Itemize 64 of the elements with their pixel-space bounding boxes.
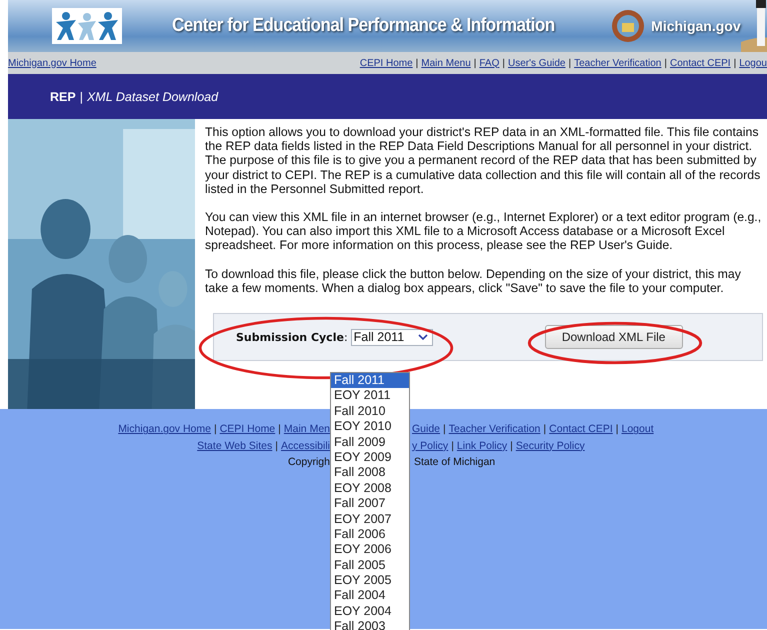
separator: | xyxy=(474,58,476,68)
dropdown-option[interactable]: Fall 2008 xyxy=(331,465,409,481)
separator: | xyxy=(510,440,513,452)
footer-link[interactable]: Teacher Verification xyxy=(448,423,540,436)
separator: | xyxy=(616,423,618,436)
dropdown-option[interactable]: Fall 2011 xyxy=(331,373,409,388)
separator: | xyxy=(416,58,418,68)
separator: | xyxy=(734,58,736,68)
nav-link[interactable]: CEPI Home xyxy=(360,58,413,68)
separator: | xyxy=(502,58,505,68)
separator: | xyxy=(443,423,446,436)
separator: | xyxy=(568,58,572,68)
footer-link[interactable]: y Policy xyxy=(412,440,448,452)
dropdown-option[interactable]: Fall 2009 xyxy=(331,434,409,450)
footer-link[interactable]: Guide xyxy=(412,423,440,436)
nav-link[interactable]: Logou xyxy=(739,58,767,68)
description-paragraph: To download this file, please click the button below. Depending on the size of your district, this may take a few moments. When a dialog box appears, click "Save" to save the file to your computer. xyxy=(205,266,742,296)
description-paragraph: You can view this XML file in an internet browser (e.g., Internet Explorer) or a text editor program (e.g., Notepad). You can also import this XML file to a Microsoft Access database or a Microsoft Excel spreadsheet. For more information on this process, please see the REP User's Guide. xyxy=(205,210,762,253)
separator: | xyxy=(275,440,278,452)
nav-link[interactable]: Main Menu xyxy=(421,58,471,68)
footer-link[interactable]: Michigan.gov Home xyxy=(118,423,211,436)
dropdown-option[interactable]: EOY 2006 xyxy=(331,542,409,558)
footer-link[interactable]: Contact CEPI xyxy=(549,423,613,436)
dropdown-option[interactable]: EOY 2009 xyxy=(331,450,409,466)
nav-link[interactable]: Michigan.gov Home xyxy=(8,58,96,68)
separator: | xyxy=(451,440,454,452)
footer-link[interactable]: Security Policy xyxy=(516,440,585,452)
dropdown-option[interactable]: EOY 2005 xyxy=(331,573,409,588)
dropdown-option[interactable]: Fall 2010 xyxy=(331,404,409,420)
dropdown-option[interactable]: EOY 2008 xyxy=(331,480,409,496)
separator: | xyxy=(278,423,281,436)
nav-link[interactable]: FAQ xyxy=(479,58,500,68)
dropdown-option[interactable]: EOY 2004 xyxy=(331,604,409,620)
copyright-text: State of Michigan xyxy=(414,456,496,468)
footer-link[interactable]: Link Policy xyxy=(456,440,508,452)
nav-link[interactable]: Contact CEPI xyxy=(670,58,731,68)
dropdown-option[interactable]: EOY 2010 xyxy=(331,419,409,435)
copyright-text: Copyrigh xyxy=(288,456,330,468)
submission-cycle-dropdown[interactable]: Fall 2011 xyxy=(350,328,433,346)
separator: | xyxy=(543,423,546,436)
brand-name: Michigan.gov xyxy=(651,18,741,34)
footer-link[interactable]: CEPI Home xyxy=(220,423,276,436)
dropdown-option[interactable]: Fall 2003 xyxy=(331,619,409,630)
footer-link[interactable]: Logout xyxy=(622,423,654,436)
separator: | xyxy=(214,423,217,436)
dropdown-option[interactable]: Fall 2007 xyxy=(331,496,409,512)
dropdown-option[interactable]: Fall 2004 xyxy=(331,588,409,604)
page-title: XML Dataset Download xyxy=(86,90,218,104)
nav-link[interactable]: Teacher Verification xyxy=(574,58,662,68)
download-button[interactable]: Download XML File xyxy=(544,325,683,350)
footer-link[interactable]: Accessibili xyxy=(280,440,330,452)
dropdown-option[interactable]: Fall 2005 xyxy=(331,558,409,574)
site-title: Center for Educational Performance & Information xyxy=(172,15,555,37)
separator: | xyxy=(664,58,667,68)
footer-link[interactable]: Main Men xyxy=(284,423,330,436)
dropdown-option[interactable]: EOY 2011 xyxy=(331,388,409,404)
field-label: Submission Cycle: xyxy=(236,330,348,344)
dropdown-option[interactable]: EOY 2007 xyxy=(331,512,409,527)
description-paragraph: This option allows you to download your district's REP data in an XML-formatted file. This file contains the REP data fields listed in the REP Data Field Descriptions Manual for all personnel in your district. The purpose of this file is to give you a permanent record of the REP data that has been submitted by your district to CEPI. The REP is a cumulative data collection and this file will contain all of the records listed in the Personnel Submitted report. xyxy=(205,125,762,196)
dropdown-option[interactable]: Fall 2006 xyxy=(331,526,409,542)
section-name: REP xyxy=(50,90,76,104)
separator: | xyxy=(80,90,83,104)
footer-link[interactable]: State Web Sites xyxy=(197,440,272,452)
nav-link[interactable]: User's Guide xyxy=(508,58,566,68)
